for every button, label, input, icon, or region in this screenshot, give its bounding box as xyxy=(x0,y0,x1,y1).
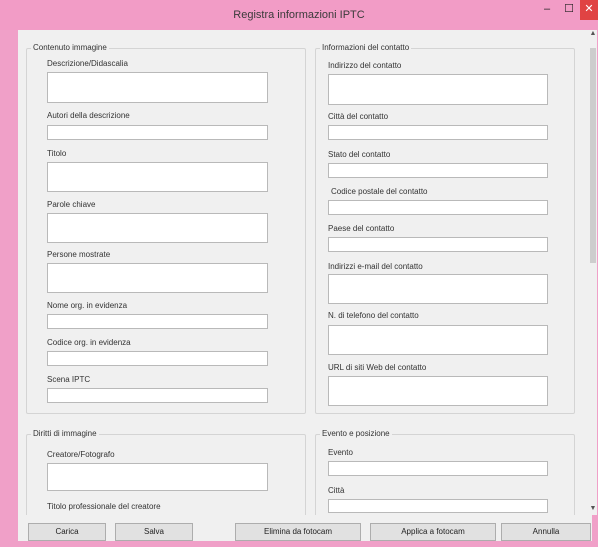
load-button[interactable]: Carica xyxy=(28,523,106,541)
label-featured-org-code: Codice org. in evidenza xyxy=(47,338,131,347)
save-button[interactable]: Salva xyxy=(115,523,193,541)
contact-postal-code-field[interactable] xyxy=(328,200,548,215)
creator-field[interactable] xyxy=(47,463,268,491)
scroll-thumb[interactable] xyxy=(590,48,596,263)
label-keywords: Parole chiave xyxy=(47,200,96,209)
minimize-icon[interactable]: – xyxy=(536,0,558,20)
label-title: Titolo xyxy=(47,149,67,158)
keywords-field[interactable] xyxy=(47,213,268,243)
label-description: Descrizione/Didascalia xyxy=(47,59,128,68)
label-city: Città xyxy=(328,486,345,495)
group-title: Evento e posizione xyxy=(320,429,392,438)
label-contact-state: Stato del contatto xyxy=(328,150,391,159)
label-contact-country: Paese del contatto xyxy=(328,224,395,233)
featured-org-code-field[interactable] xyxy=(47,351,268,366)
close-icon[interactable]: ✕ xyxy=(580,0,598,20)
contact-city-field[interactable] xyxy=(328,125,548,140)
dialog-client-area: Contenuto immagine Descrizione/Didascali… xyxy=(18,30,597,541)
city-field[interactable] xyxy=(328,499,548,513)
contact-phone-field[interactable] xyxy=(328,325,548,355)
label-contact-email: Indirizzi e-mail del contatto xyxy=(328,262,423,271)
description-authors-field[interactable] xyxy=(47,125,268,140)
label-contact-phone: N. di telefono del contatto xyxy=(328,311,419,320)
group-title: Diritti di immagine xyxy=(31,429,99,438)
label-featured-org-name: Nome org. in evidenza xyxy=(47,301,128,310)
label-creator-job-title: Titolo professionale del creatore xyxy=(47,502,161,511)
label-description-authors: Autori della descrizione xyxy=(47,111,130,120)
label-contact-url: URL di siti Web del contatto xyxy=(328,363,427,372)
contact-address-field[interactable] xyxy=(328,74,548,105)
label-contact-city: Città del contatto xyxy=(328,112,389,121)
window-title: Registra informazioni IPTC xyxy=(233,9,365,21)
event-field[interactable] xyxy=(328,461,548,476)
contact-email-field[interactable] xyxy=(328,274,548,304)
group-title: Contenuto immagine xyxy=(31,43,109,52)
contact-country-field[interactable] xyxy=(328,237,548,252)
contact-url-field[interactable] xyxy=(328,376,548,406)
label-contact-postal-code: Codice postale del contatto xyxy=(331,187,428,196)
label-iptc-scene: Scena IPTC xyxy=(47,375,91,384)
description-field[interactable] xyxy=(47,72,268,103)
label-creator: Creatore/Fotografo xyxy=(47,450,115,459)
iptc-scene-field[interactable] xyxy=(47,388,268,403)
label-event: Evento xyxy=(328,448,353,457)
vertical-scrollbar[interactable]: ▲ ▼ xyxy=(589,30,597,515)
scroll-down-icon[interactable]: ▼ xyxy=(589,505,597,515)
label-contact-address: Indirizzo del contatto xyxy=(328,61,402,70)
label-persons-shown: Persone mostrate xyxy=(47,250,111,259)
persons-shown-field[interactable] xyxy=(47,263,268,293)
cancel-button[interactable]: Annulla xyxy=(501,523,591,541)
scroll-up-icon[interactable]: ▲ xyxy=(589,30,597,42)
iptc-dialog-window: Registra informazioni IPTC – ☐ ✕ Contenu… xyxy=(0,0,598,547)
title-bar[interactable]: Registra informazioni IPTC – ☐ ✕ xyxy=(0,0,598,30)
delete-from-camera-button[interactable]: Elimina da fotocam xyxy=(235,523,361,541)
featured-org-name-field[interactable] xyxy=(47,314,268,329)
maximize-icon[interactable]: ☐ xyxy=(558,0,580,20)
button-bar: Carica Salva Elimina da fotocam Applica … xyxy=(18,515,592,541)
apply-to-camera-button[interactable]: Applica a fotocam xyxy=(370,523,496,541)
group-title: Informazioni del contatto xyxy=(320,43,412,52)
contact-state-field[interactable] xyxy=(328,163,548,178)
scroll-area: Contenuto immagine Descrizione/Didascali… xyxy=(18,30,592,524)
title-field[interactable] xyxy=(47,162,268,192)
